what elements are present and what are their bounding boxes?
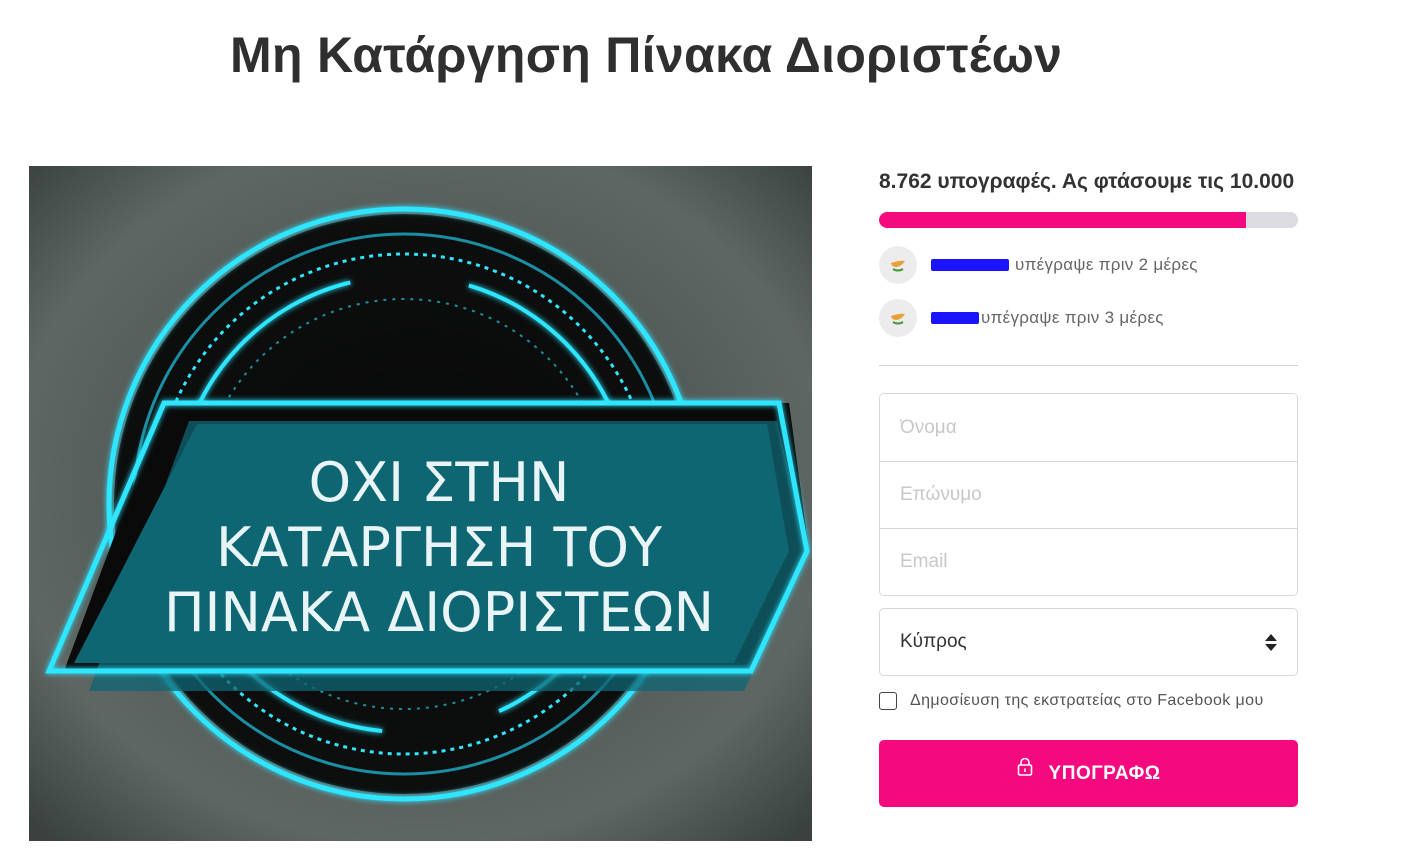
facebook-share-option: Δημοσίευση της εκστρατείας στο Facebook … — [879, 692, 1298, 710]
signer-time-text: υπέγραψε πριν 2 μέρες — [1015, 255, 1198, 274]
last-name-input[interactable] — [880, 461, 1297, 528]
lock-icon — [1017, 757, 1033, 782]
signature-sidebar: 8.762 υπογραφές. Ας φτάσουμε τις 10.000 … — [879, 166, 1298, 807]
signature-goal-text: 8.762 υπογραφές. Ας φτάσουμε τις 10.000 — [879, 170, 1295, 193]
email-input[interactable] — [880, 528, 1297, 595]
campaign-line-2: ΚΑΤΑΡΓΗΣΗ ΤΟΥ — [216, 516, 663, 579]
recent-signer-item: υπέγραψε πριν 3 μέρες — [879, 299, 1298, 337]
recent-signer-item: υπέγραψε πριν 2 μέρες — [879, 246, 1298, 284]
sign-button[interactable]: ΥΠΟΓΡΑΦΩ — [879, 740, 1298, 807]
signature-progress-bar — [879, 212, 1298, 228]
redacted-signer-name — [931, 312, 979, 324]
redacted-signer-name — [931, 259, 1009, 271]
page-title: Μη Κατάργηση Πίνακα Διοριστέων — [230, 27, 1063, 83]
campaign-line-3: ΠΙΝΑΚΑ ΔΙΟΡΙΣΤΕΩΝ — [164, 581, 714, 644]
facebook-share-checkbox[interactable] — [879, 692, 897, 710]
campaign-image: ΟΧΙ ΣΤΗΝ ΚΑΤΑΡΓΗΣΗ ΤΟΥ ΠΙΝΑΚΑ ΔΙΟΡΙΣΤΕΩΝ — [29, 166, 812, 841]
first-name-input[interactable] — [880, 394, 1297, 461]
signature-progress-fill — [879, 212, 1247, 228]
campaign-line-1: ΟΧΙ ΣΤΗΝ — [309, 451, 570, 514]
sign-button-label: ΥΠΟΓΡΑΦΩ — [1048, 762, 1161, 784]
signature-name-fields — [879, 393, 1298, 596]
country-select-value: Κύπρος — [900, 631, 967, 652]
cyprus-flag-icon — [879, 246, 917, 284]
facebook-share-label[interactable]: Δημοσίευση της εκστρατείας στο Facebook … — [910, 692, 1264, 710]
sidebar-divider — [879, 365, 1298, 366]
signer-time-text: υπέγραψε πριν 3 μέρες — [981, 308, 1164, 327]
country-select[interactable]: Κύπρος — [879, 608, 1298, 676]
select-arrows-icon — [1265, 633, 1277, 651]
campaign-artwork: ΟΧΙ ΣΤΗΝ ΚΑΤΑΡΓΗΣΗ ΤΟΥ ΠΙΝΑΚΑ ΔΙΟΡΙΣΤΕΩΝ — [29, 166, 812, 841]
cyprus-flag-icon — [879, 299, 917, 337]
